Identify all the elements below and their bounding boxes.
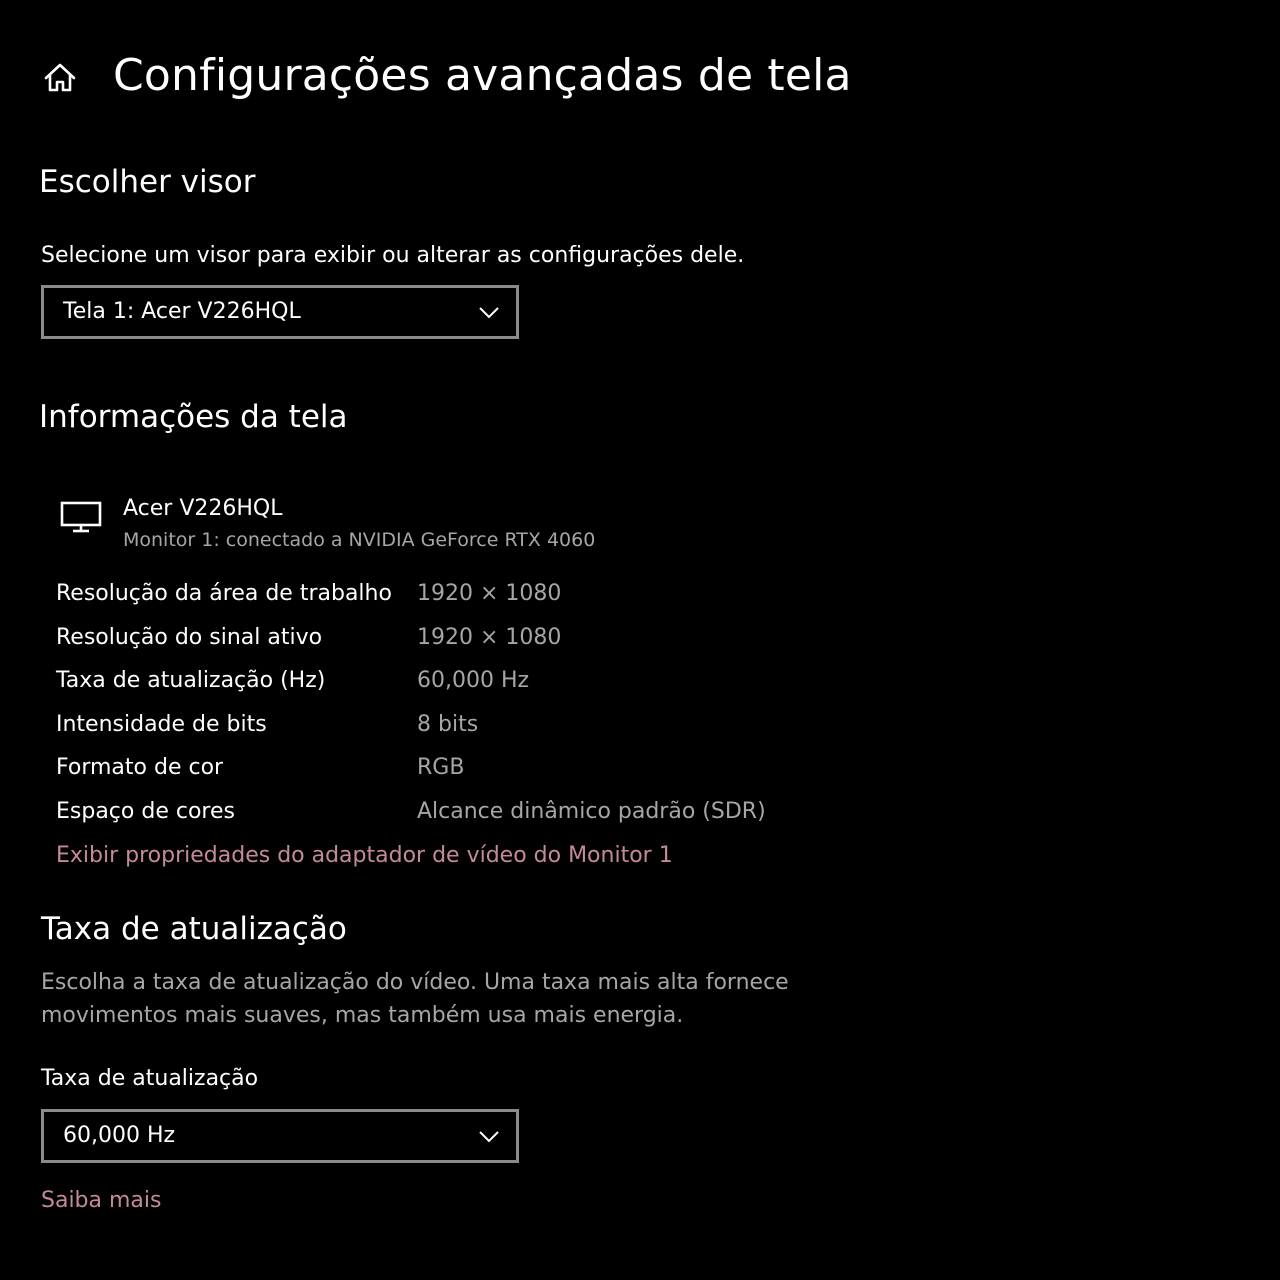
info-label: Resolução do sinal ativo (56, 624, 323, 650)
monitor-icon (58, 500, 104, 536)
info-value: 60,000 Hz (417, 668, 530, 694)
choose-display-description: Selecione um visor para exibir ou altera… (41, 243, 745, 268)
refresh-rate-heading: Taxa de atualização (41, 911, 347, 947)
info-label: Taxa de atualização (Hz) (56, 668, 326, 694)
adapter-properties-link[interactable]: Exibir propriedades do adaptador de víde… (56, 843, 673, 868)
home-icon[interactable] (42, 60, 78, 96)
display-select-dropdown[interactable]: Tela 1: Acer V226HQL (41, 285, 519, 339)
info-value: Alcance dinâmico padrão (SDR) (417, 798, 766, 824)
info-value: 1920 × 1080 (417, 624, 562, 650)
refresh-rate-field-label: Taxa de atualização (41, 1066, 259, 1091)
monitor-name: Acer V226HQL (123, 496, 283, 521)
display-select-value: Tela 1: Acer V226HQL (63, 299, 301, 324)
info-value: 8 bits (417, 711, 479, 737)
info-value: 1920 × 1080 (417, 581, 562, 606)
chevron-down-icon (478, 1126, 500, 1146)
info-label: Resolução da área de trabalho (56, 581, 392, 606)
learn-more-link[interactable]: Saiba mais (41, 1188, 161, 1213)
info-label: Espaço de cores (56, 798, 235, 824)
choose-display-heading: Escolher visor (39, 164, 256, 200)
info-label: Formato de cor (56, 755, 224, 781)
display-info-heading: Informações da tela (39, 399, 348, 435)
monitor-subtitle: Monitor 1: conectado a NVIDIA GeForce RT… (123, 529, 596, 551)
chevron-down-icon (478, 302, 500, 322)
info-value: RGB (417, 755, 465, 781)
info-label: Intensidade de bits (56, 711, 267, 737)
refresh-rate-dropdown[interactable]: 60,000 Hz (41, 1109, 519, 1163)
refresh-rate-value: 60,000 Hz (63, 1123, 176, 1148)
refresh-rate-description: Escolha a taxa de atualização do vídeo. … (41, 970, 789, 1028)
page-title: Configurações avançadas de tela (113, 50, 852, 101)
